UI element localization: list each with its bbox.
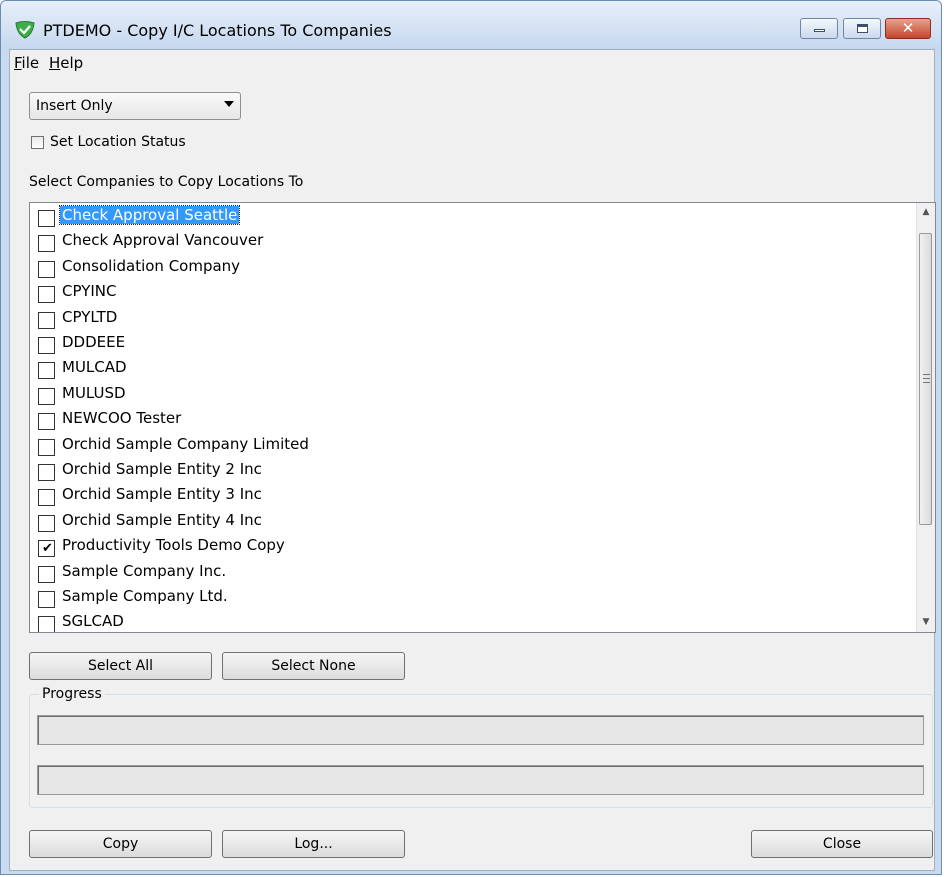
company-name: NEWCOO Tester [62,409,182,428]
company-checkbox[interactable] [38,260,55,278]
company-checkbox[interactable] [38,514,55,532]
select-all-button[interactable]: Select All [29,652,212,680]
company-checkbox[interactable] [38,616,55,632]
company-checkbox[interactable] [38,210,55,227]
company-checkbox[interactable] [38,489,55,507]
company-name: SGLCAD [62,612,124,631]
company-checkbox[interactable] [38,387,55,405]
company-checkbox[interactable] [38,565,55,583]
progress-bar-1 [37,715,924,745]
companies-list-label: Select Companies to Copy Locations To [29,174,304,190]
menu-bar: File Help [10,50,934,76]
company-checkbox[interactable] [38,413,55,431]
log-button[interactable]: Log... [222,830,405,858]
chevron-down-icon [224,101,234,107]
company-name: Sample Company Inc. [62,561,227,580]
scroll-grip-icon [923,374,930,383]
company-name: Sample Company Ltd. [62,587,228,605]
menu-help[interactable]: Help [49,54,83,72]
vertical-scrollbar[interactable]: ▲ ▼ [916,203,935,632]
company-checkbox[interactable] [38,235,55,253]
company-name: Consolidation Company [62,256,241,275]
company-name: MULUSD [62,383,126,402]
close-button[interactable]: Close [751,830,933,858]
set-location-status-checkbox[interactable] [31,136,44,149]
set-location-status-label[interactable]: Set Location Status [50,134,186,150]
company-checkbox[interactable] [38,286,55,304]
company-name: DDDEEE [62,333,126,351]
select-none-button[interactable]: Select None [222,652,405,680]
application-window: PTDEMO - Copy I/C Locations To Companies… [0,0,942,875]
close-window-button[interactable]: ✕ [885,18,931,39]
scroll-thumb[interactable] [919,233,932,525]
scroll-up-icon[interactable]: ▲ [917,203,935,222]
scroll-down-icon[interactable]: ▼ [917,613,935,632]
mode-dropdown[interactable]: Insert Only [29,92,241,120]
copy-button[interactable]: Copy [29,830,212,858]
companies-list-items: Check Approval Seattle Check Approval Van… [30,203,916,632]
company-checkbox[interactable] [38,464,55,481]
company-name: Orchid Sample Entity 3 Inc [62,485,262,504]
companies-listbox[interactable]: Check Approval Seattle Check Approval Van… [29,202,936,633]
company-checkbox[interactable] [38,337,55,354]
company-checkbox[interactable] [38,362,55,380]
minimize-icon [814,29,825,32]
company-name: Orchid Sample Entity 4 Inc [62,510,262,529]
company-name: CPYLTD [62,307,118,326]
menu-file[interactable]: File [14,54,39,72]
mode-dropdown-value: Insert Only [36,98,113,114]
company-name: Check Approval Seattle [58,205,241,225]
progress-bar-2 [37,765,924,795]
company-name: Orchid Sample Entity 2 Inc [62,460,262,478]
progress-group [29,694,933,808]
company-name: Check Approval Vancouver [62,231,264,250]
progress-label: Progress [39,686,105,702]
maximize-icon [857,24,868,33]
shield-check-icon [15,21,35,39]
company-checkbox[interactable] [38,438,55,456]
checkmark-icon: ✔ [42,541,53,557]
maximize-button[interactable] [843,18,881,39]
company-name: Orchid Sample Company Limited [62,434,309,453]
company-name: CPYINC [62,282,117,301]
company-checkbox[interactable] [38,311,55,329]
company-name: MULCAD [62,358,127,377]
dialog-client-area: File Help Insert Only Set Location Statu… [9,49,936,871]
minimize-button[interactable] [800,18,838,39]
close-icon: ✕ [901,19,915,37]
company-name: Productivity Tools Demo Copy [62,536,285,555]
window-title: PTDEMO - Copy I/C Locations To Companies [43,21,392,40]
company-checkbox[interactable] [38,591,55,608]
company-checkbox[interactable]: ✔ [38,540,55,558]
title-bar[interactable]: PTDEMO - Copy I/C Locations To Companies… [1,1,941,49]
